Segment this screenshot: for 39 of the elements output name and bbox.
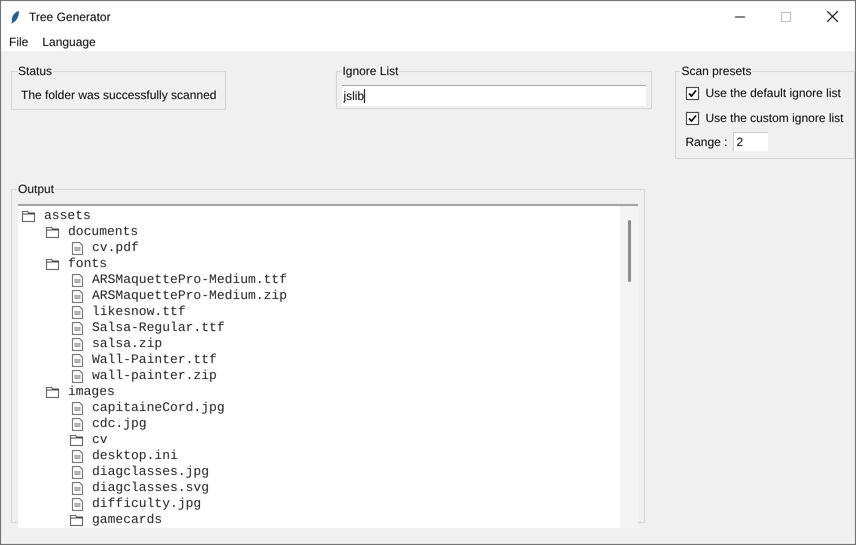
window-title: Tree Generator [29, 8, 111, 26]
group-title: Ignore List [341, 63, 400, 80]
file-icon [70, 450, 84, 462]
range-label: Range : [685, 134, 728, 150]
file-icon [70, 274, 84, 286]
file-icon [70, 242, 84, 254]
folder-icon [70, 434, 84, 446]
file-icon [70, 338, 84, 350]
checkbox[interactable] [686, 112, 700, 124]
checkbox-label: Use the custom ignore list [705, 110, 844, 127]
file-icon [70, 498, 84, 510]
group-title: Status [17, 63, 54, 80]
menu-item[interactable]: Language [35, 32, 103, 50]
checkbox[interactable] [686, 86, 700, 100]
group-title: Scan presets [680, 63, 752, 80]
status-message: The folder was successfully scanned [21, 87, 216, 104]
folder-icon [46, 386, 60, 398]
file-icon [70, 418, 84, 430]
range-input[interactable]: 2 [733, 132, 768, 151]
group-title: Output [17, 181, 56, 198]
file-icon [70, 354, 84, 366]
file-icon [70, 466, 84, 478]
feather-icon [10, 10, 20, 24]
ignore-list-input[interactable]: jslib [342, 85, 646, 106]
file-icon [70, 290, 84, 302]
checkbox-label: Use the default ignore list [705, 85, 841, 102]
file-icon [70, 322, 84, 334]
close-icon [826, 11, 838, 22]
menu-item[interactable]: File [2, 32, 36, 50]
file-icon [70, 402, 84, 414]
file-icon [70, 306, 84, 318]
folder-icon [46, 258, 60, 270]
folder-icon [70, 514, 84, 526]
folder-icon [46, 226, 60, 238]
file-icon [70, 482, 84, 494]
scrollbar[interactable] [620, 206, 638, 528]
maximize-icon [781, 12, 791, 22]
file-icon [70, 370, 84, 382]
folder-icon [22, 210, 36, 222]
